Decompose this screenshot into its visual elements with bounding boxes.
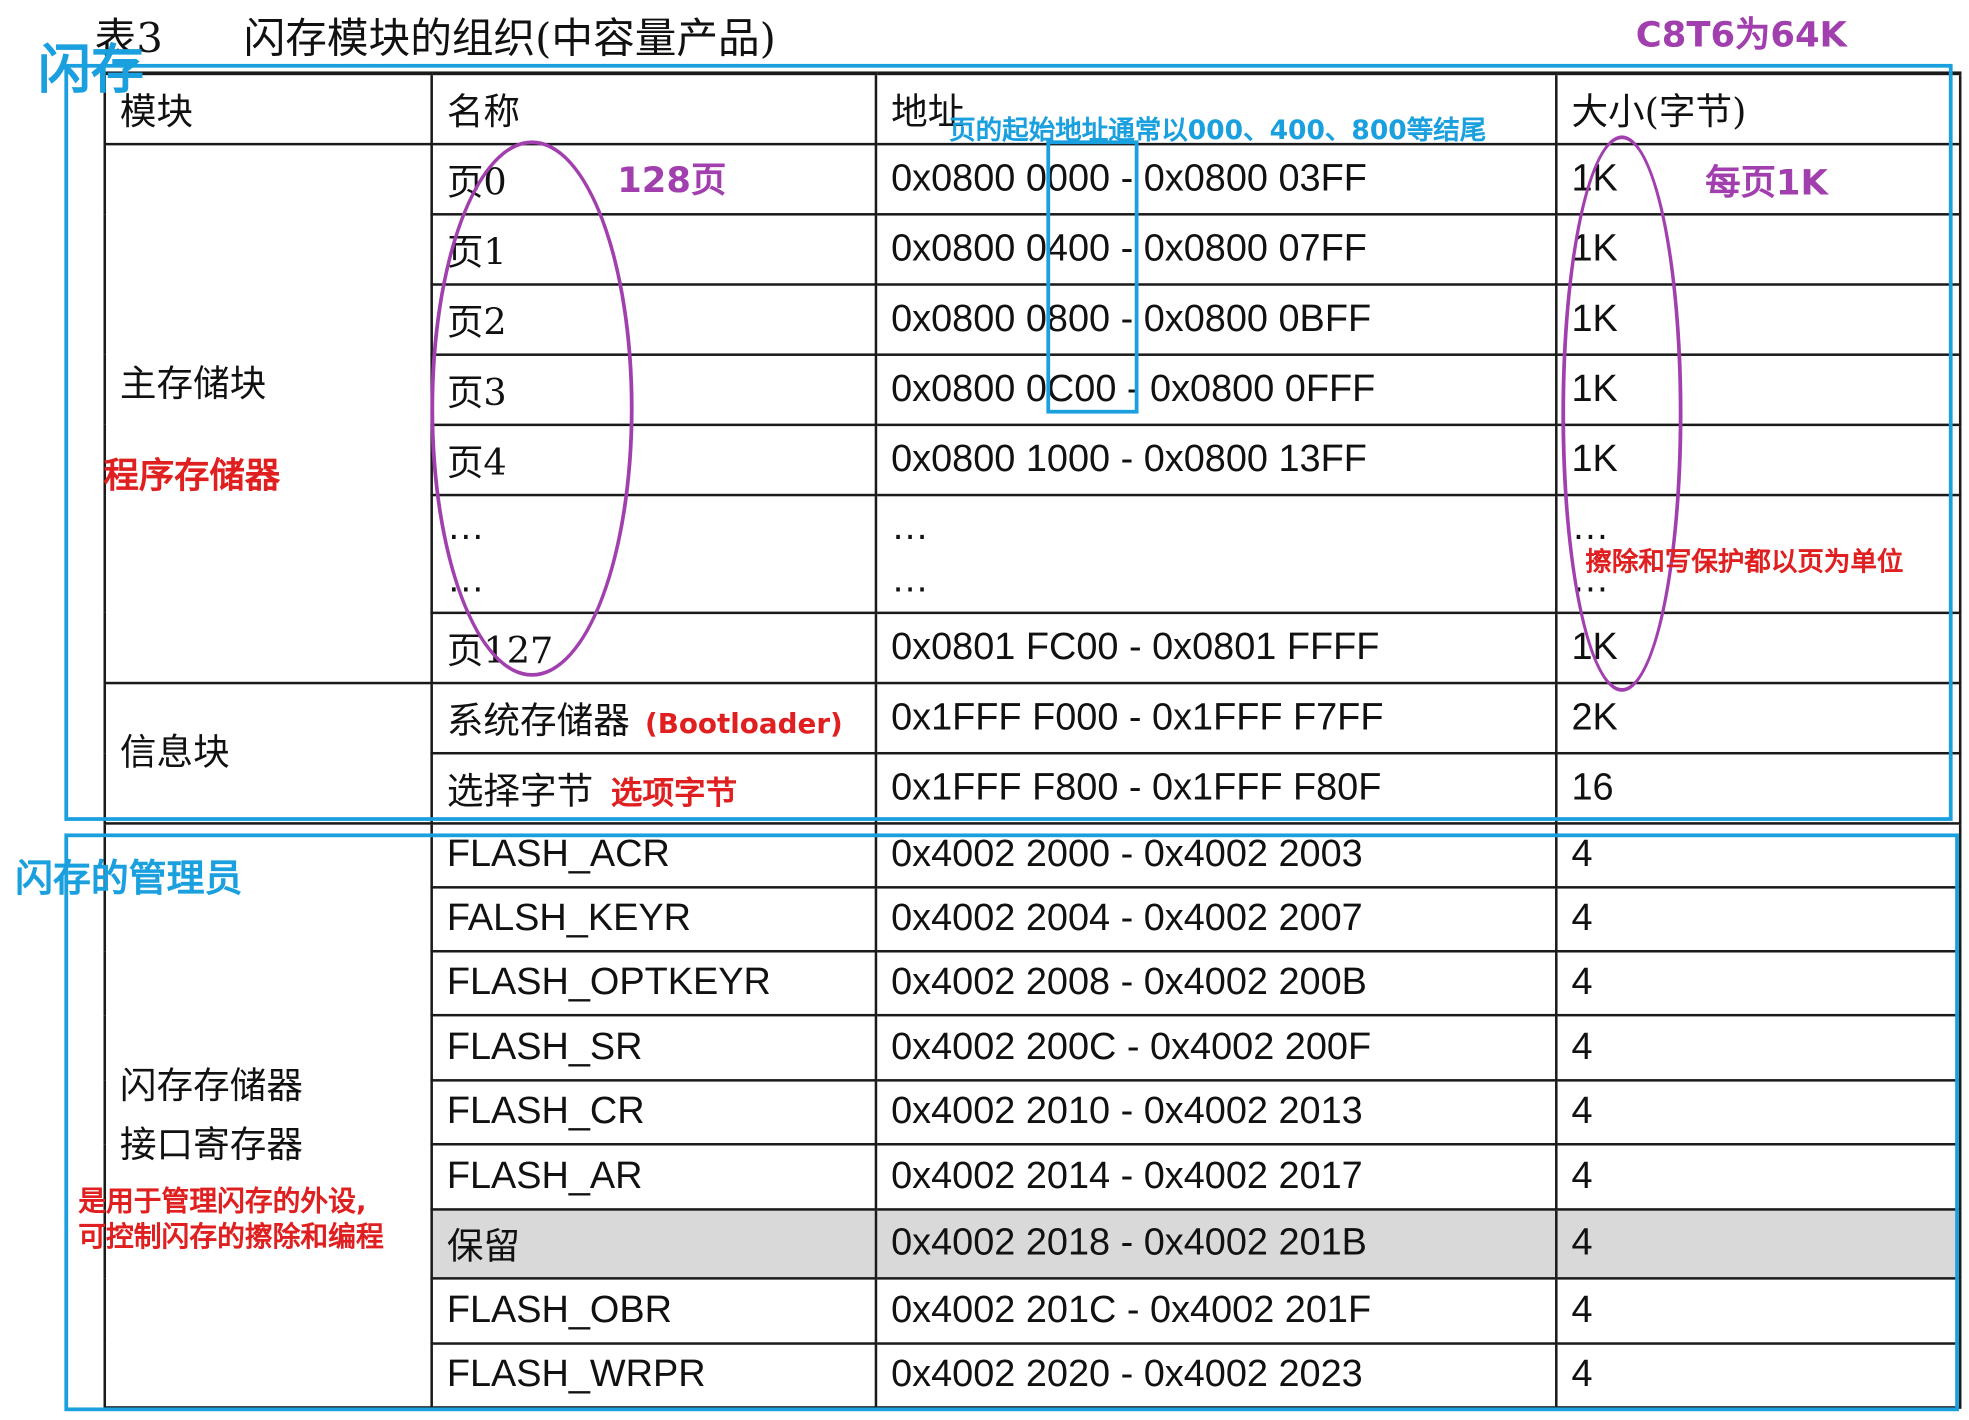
header-name: 名称 [430, 71, 878, 145]
table-row: 信息块 系统存储器 (Bootloader) 0x1FFF F000 - 0x1F… [103, 681, 1962, 825]
page-address: 0x0801 FC00 - 0x0801 FFFF [874, 610, 1558, 684]
page-address: 0x0800 0C00 - 0x0800 0FFF [874, 352, 1558, 426]
main-block-cell: 主存储块 [103, 142, 433, 684]
table-title: 闪存模块的组织(中容量产品) [243, 13, 776, 63]
reserved-address: 0x4002 2018 - 0x4002 201B [874, 1207, 1558, 1279]
register-name: FLASH_ACR [430, 821, 878, 888]
main-block-label: 主存储块 [119, 361, 267, 405]
register-size: 4 [1555, 1142, 1962, 1211]
page-address: 0x0800 0400 - 0x0800 07FF [874, 212, 1558, 286]
page-name: 页2 [430, 282, 878, 356]
flash-manager-annotation: 闪存的管理员 [15, 857, 243, 902]
flash-annotation: 闪存 [37, 38, 144, 101]
page-name: 页127 [430, 610, 878, 684]
info-block-cell: 信息块 [103, 681, 433, 825]
header-module: 模块 [103, 71, 433, 145]
ellipsis-name: …… [430, 493, 878, 614]
erase-protect-note: 擦除和写保护都以页为单位 [1585, 546, 1904, 577]
register-name: FLASH_AR [430, 1142, 878, 1211]
register-name: FLASH_OBR [430, 1276, 878, 1345]
page-size: 1K [1555, 610, 1962, 684]
register-name: FLASH_WRPR [430, 1341, 878, 1409]
peripheral-note-line2: 可控制闪存的擦除和编程 [78, 1221, 384, 1254]
register-address: 0x4002 201C - 0x4002 201F [874, 1276, 1558, 1345]
register-size: 4 [1555, 1013, 1962, 1081]
peripheral-note: 是用于管理闪存的外设, 可控制闪存的擦除和编程 [78, 1186, 383, 1256]
page-size: 1K [1555, 212, 1962, 286]
register-name: FLASH_SR [430, 1013, 878, 1081]
info-block-label: 信息块 [119, 730, 230, 774]
chip-capacity-note: C8T6为64K [1635, 13, 1847, 56]
register-address: 0x4002 2020 - 0x4002 2023 [874, 1341, 1558, 1409]
peripheral-note-line1: 是用于管理闪存的外设, [78, 1186, 367, 1219]
reserved-size: 4 [1555, 1207, 1962, 1279]
page-address: 0x0800 1000 - 0x0800 13FF [874, 422, 1558, 496]
system-memory-address: 0x1FFF F000 - 0x1FFF F7FF [874, 681, 1558, 754]
bootloader-note: (Bootloader) [645, 708, 843, 741]
register-size: 4 [1555, 949, 1962, 1016]
page-name: 页4 [430, 422, 878, 496]
register-name: FLASH_OPTKEYR [430, 949, 878, 1016]
option-bytes-size: 16 [1555, 751, 1962, 825]
page-size: 1K [1555, 282, 1962, 356]
register-size: 4 [1555, 1276, 1962, 1345]
interface-block-cell: 闪存存储器接口寄存器 [103, 821, 433, 1409]
table-row: 闪存存储器接口寄存器 FLASH_ACR 0x4002 2000 - 0x400… [103, 821, 1962, 1409]
register-size: 4 [1555, 1341, 1962, 1409]
interface-label-2: 接口寄存器 [119, 1122, 303, 1165]
register-address: 0x4002 2000 - 0x4002 2003 [874, 821, 1558, 888]
page-size: 1K [1555, 352, 1962, 426]
register-address: 0x4002 2014 - 0x4002 2017 [874, 1142, 1558, 1211]
page-size: 1K [1555, 422, 1962, 496]
reserved-name: 保留 [430, 1207, 878, 1279]
document-page: 表3 闪存模块的组织(中容量产品) 模块 名称 地址 大小(字节) 主存储块 页0… [0, 0, 1969, 1420]
register-size: 4 [1555, 885, 1962, 952]
interface-label-1: 闪存存储器 [119, 1063, 303, 1107]
page-name: 页1 [430, 212, 878, 286]
page-count-note: 128页 [617, 159, 727, 201]
option-bytes-note: 选项字节 [610, 773, 738, 811]
register-name: FALSH_KEYR [430, 885, 878, 952]
option-bytes-name: 选择字节 选项字节 [430, 751, 878, 825]
page-address: 0x0800 0000 - 0x0800 03FF [874, 142, 1558, 215]
program-memory-note: 程序存储器 [103, 454, 281, 497]
register-address: 0x4002 200C - 0x4002 200F [874, 1013, 1558, 1081]
page-start-note: 页的起始地址通常以000、400、800等结尾 [949, 115, 1487, 146]
option-bytes-address: 0x1FFF F800 - 0x1FFF F80F [874, 751, 1558, 825]
table-caption: 表3 闪存模块的组织(中容量产品) [95, 5, 776, 65]
register-size: 4 [1555, 821, 1962, 888]
system-memory-name: 系统存储器 (Bootloader) [430, 681, 878, 754]
register-address: 0x4002 2010 - 0x4002 2013 [874, 1078, 1558, 1145]
register-size: 4 [1555, 1078, 1962, 1145]
system-memory-size: 2K [1555, 681, 1962, 754]
ellipsis-address: …… [874, 493, 1558, 614]
header-size: 大小(字节) [1555, 71, 1962, 145]
page-name: 页3 [430, 352, 878, 426]
register-address: 0x4002 2008 - 0x4002 200B [874, 949, 1558, 1016]
page-size-note: 每页1K [1705, 161, 1828, 204]
table-row: 主存储块 页0 0x0800 0000 - 0x0800 03FF 1K [103, 142, 1962, 684]
register-address: 0x4002 2004 - 0x4002 2007 [874, 885, 1558, 952]
register-name: FLASH_CR [430, 1078, 878, 1145]
page-address: 0x0800 0800 - 0x0800 0BFF [874, 282, 1558, 356]
